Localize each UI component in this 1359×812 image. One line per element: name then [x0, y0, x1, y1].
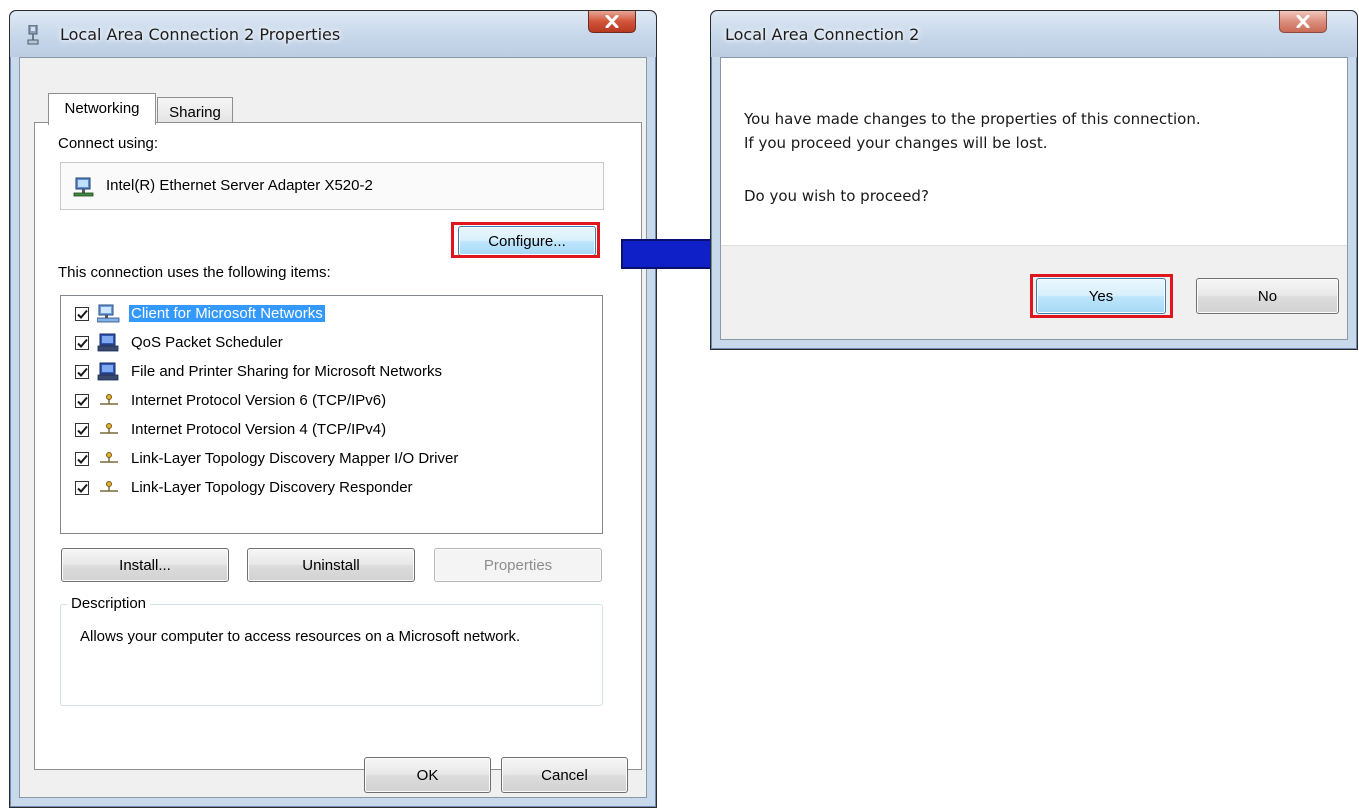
- cancel-button-label: Cancel: [541, 766, 588, 784]
- ok-button[interactable]: OK: [364, 757, 491, 793]
- cancel-button[interactable]: Cancel: [501, 757, 628, 793]
- close-icon: [1296, 15, 1310, 28]
- adapter-field: Intel(R) Ethernet Server Adapter X520-2: [60, 162, 604, 210]
- properties-titlebar[interactable]: Local Area Connection 2 Properties: [10, 11, 656, 57]
- item-checkbox[interactable]: [75, 365, 89, 379]
- no-button-label: No: [1257, 287, 1278, 305]
- item-checkbox[interactable]: [75, 452, 89, 466]
- yes-button-label: Yes: [1088, 287, 1114, 305]
- check-icon: [77, 309, 88, 319]
- description-title: Description: [67, 595, 151, 612]
- check-icon: [77, 483, 88, 493]
- protocol-icon: [100, 481, 118, 492]
- description-text: Allows your computer to access resources…: [80, 628, 521, 645]
- check-icon: [77, 425, 88, 435]
- item-label: File and Printer Sharing for Microsoft N…: [131, 363, 442, 380]
- list-item-ipv4[interactable]: Internet Protocol Version 4 (TCP/IPv4): [73, 417, 593, 443]
- check-icon: [77, 338, 88, 348]
- check-icon: [77, 454, 88, 464]
- protocol-icon: [100, 394, 118, 405]
- item-label: Client for Microsoft Networks: [129, 305, 325, 322]
- protocol-icon: [100, 423, 118, 434]
- properties-title: Local Area Connection 2 Properties: [60, 25, 341, 44]
- computer-service-icon: [97, 333, 119, 352]
- item-label: Internet Protocol Version 6 (TCP/IPv6): [131, 392, 387, 409]
- properties-close-button[interactable]: [588, 11, 636, 33]
- item-checkbox[interactable]: [75, 307, 89, 321]
- item-checkbox[interactable]: [75, 423, 89, 437]
- tab-sharing[interactable]: Sharing: [157, 97, 233, 125]
- item-checkbox[interactable]: [75, 336, 89, 350]
- network-connection-icon: [27, 25, 39, 45]
- connect-using-label: Connect using:: [58, 135, 159, 152]
- confirm-message-line-2: If you proceed your changes will be lost…: [744, 134, 1048, 152]
- item-checkbox[interactable]: [75, 394, 89, 408]
- uninstall-button[interactable]: Uninstall: [247, 548, 415, 582]
- check-icon: [77, 396, 88, 406]
- ok-button-label: OK: [416, 766, 439, 784]
- properties-button-label: Properties: [483, 556, 553, 574]
- confirm-titlebar[interactable]: Local Area Connection 2: [711, 11, 1357, 57]
- list-item-file-printer-sharing[interactable]: File and Printer Sharing for Microsoft N…: [73, 359, 593, 385]
- no-button[interactable]: No: [1196, 278, 1339, 314]
- confirm-title: Local Area Connection 2: [725, 25, 920, 44]
- check-icon: [77, 367, 88, 377]
- yes-button[interactable]: Yes: [1036, 278, 1166, 314]
- list-item-qos[interactable]: QoS Packet Scheduler: [73, 330, 593, 356]
- confirm-question: Do you wish to proceed?: [744, 187, 929, 205]
- item-label: Link-Layer Topology Discovery Responder: [131, 479, 413, 496]
- protocol-icon: [100, 452, 118, 463]
- item-label: Link-Layer Topology Discovery Mapper I/O…: [131, 450, 459, 467]
- confirm-close-button[interactable]: [1279, 11, 1327, 33]
- confirm-message-line-1: You have made changes to the properties …: [744, 110, 1201, 128]
- item-label: QoS Packet Scheduler: [131, 334, 283, 351]
- install-button-label: Install...: [119, 556, 171, 574]
- item-checkbox[interactable]: [75, 481, 89, 495]
- adapter-name: Intel(R) Ethernet Server Adapter X520-2: [106, 177, 373, 194]
- list-item-client-ms-networks[interactable]: Client for Microsoft Networks: [73, 301, 593, 327]
- configure-button[interactable]: Configure...: [458, 226, 596, 256]
- uninstall-button-label: Uninstall: [302, 556, 360, 574]
- list-item-ipv6[interactable]: Internet Protocol Version 6 (TCP/IPv6): [73, 388, 593, 414]
- tab-networking[interactable]: Networking: [48, 93, 156, 125]
- list-item-lltd-mapper[interactable]: Link-Layer Topology Discovery Mapper I/O…: [73, 446, 593, 472]
- list-item-lltd-responder[interactable]: Link-Layer Topology Discovery Responder: [73, 475, 593, 501]
- properties-button[interactable]: Properties: [434, 548, 602, 582]
- description-groupbox: [60, 604, 603, 706]
- computer-service-icon: [97, 362, 119, 381]
- install-button[interactable]: Install...: [61, 548, 229, 582]
- item-label: Internet Protocol Version 4 (TCP/IPv4): [131, 421, 387, 438]
- items-list[interactable]: Client for Microsoft Networks QoS Packet…: [60, 295, 603, 534]
- network-client-icon: [97, 304, 120, 323]
- close-icon: [605, 15, 619, 28]
- items-label: This connection uses the following items…: [58, 264, 331, 281]
- network-adapter-icon: [73, 177, 94, 197]
- configure-button-label: Configure...: [488, 232, 566, 250]
